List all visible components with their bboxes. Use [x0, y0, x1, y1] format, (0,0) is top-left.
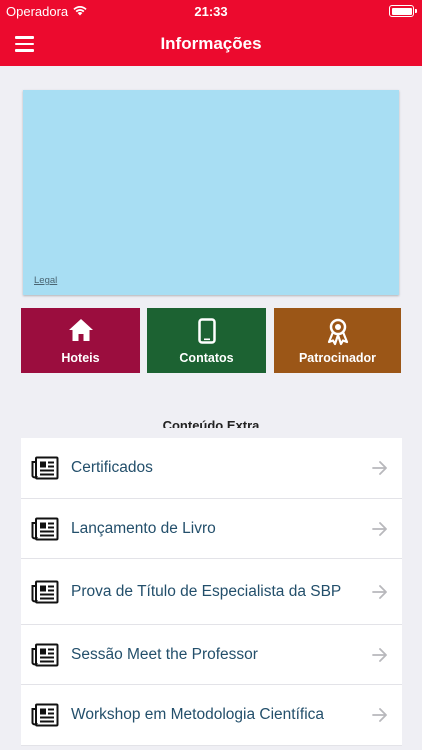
list-item[interactable]: Certificados — [21, 438, 402, 499]
contacts-label: Contatos — [179, 351, 234, 365]
navigation-bar: Informações — [0, 22, 422, 66]
battery-icon — [389, 5, 417, 17]
clock: 21:33 — [194, 4, 228, 19]
list-item-label: Lançamento de Livro — [71, 519, 216, 537]
arrow-right-icon — [372, 461, 387, 475]
content-list: Certificados Lançamento de Livro Prova d… — [21, 438, 402, 746]
arrow-right-icon — [372, 708, 387, 722]
list-item[interactable]: Workshop em Metodologia Científica — [21, 685, 402, 746]
list-item[interactable]: Lançamento de Livro — [21, 499, 402, 559]
list-item-label: Certificados — [71, 459, 153, 476]
list-item-label: Prova de Título de Especialista da SBP — [71, 582, 342, 600]
list-item[interactable]: Sessão Meet the Professor — [21, 625, 402, 685]
page-title: Informações — [160, 34, 262, 53]
arrow-right-icon — [372, 521, 387, 536]
sponsor-button[interactable]: Patrocinador — [274, 308, 401, 373]
list-item[interactable]: Prova de Título de Especialista da SBP — [21, 559, 402, 625]
hotels-label: Hoteis — [61, 351, 100, 365]
arrow-right-icon — [372, 584, 387, 599]
status-bar: Operadora 21:33 — [0, 0, 422, 22]
sponsor-label: Patrocinador — [298, 351, 377, 365]
hotels-button[interactable]: Hoteis — [21, 308, 140, 373]
section-title: Conteúdo Extra — [162, 418, 260, 428]
newspaper-icon — [31, 703, 59, 727]
newspaper-icon — [31, 643, 59, 666]
list-item-label: Sessão Meet the Professor — [71, 645, 258, 663]
list-item-label: Workshop em Metodologia Científica — [71, 706, 325, 723]
map-view[interactable]: Legal — [23, 90, 399, 295]
contacts-button[interactable]: Contatos — [147, 308, 266, 373]
newspaper-icon — [31, 456, 59, 480]
phone-icon — [147, 318, 266, 346]
home-icon — [21, 318, 140, 346]
newspaper-icon — [31, 580, 59, 603]
map-legal-link[interactable]: Legal — [34, 275, 57, 286]
award-ribbon-icon — [274, 318, 401, 346]
newspaper-icon — [31, 517, 59, 540]
arrow-right-icon — [372, 647, 387, 662]
